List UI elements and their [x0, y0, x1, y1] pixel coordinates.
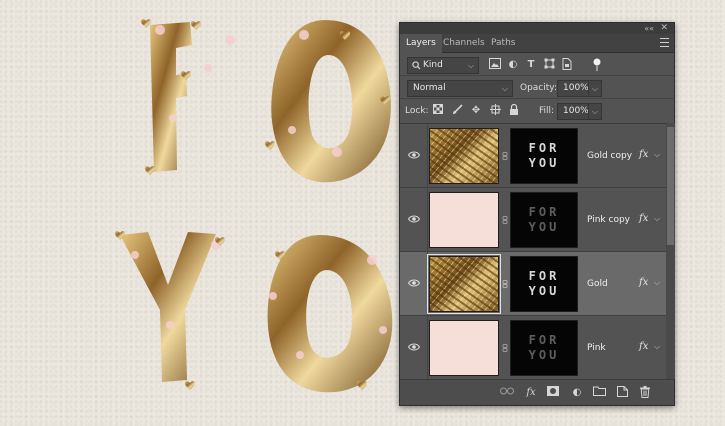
- layer-mask-thumbnail[interactable]: FOR YOU: [510, 320, 578, 376]
- layer-row-pink[interactable]: FOR YOU Pink fx ⌵: [400, 316, 666, 380]
- panel-menu-icon[interactable]: [660, 38, 669, 47]
- new-group-folder-icon[interactable]: [592, 386, 606, 400]
- fx-icon[interactable]: fx: [639, 149, 648, 160]
- layer-mask-thumbnail[interactable]: FOR YOU: [510, 192, 578, 248]
- chevron-down-icon[interactable]: ⌵: [654, 150, 660, 160]
- visibility-divider: [427, 124, 428, 188]
- mask-text-line: YOU: [528, 348, 560, 362]
- eye-icon[interactable]: [408, 279, 420, 287]
- mask-text-line: YOU: [528, 220, 560, 234]
- layer-name[interactable]: Pink: [587, 342, 606, 354]
- delete-layer-trash-icon[interactable]: [638, 386, 652, 400]
- layer-mask-thumbnail[interactable]: FOR YOU: [510, 128, 578, 184]
- new-layer-icon[interactable]: [615, 386, 629, 400]
- type-layer-filter-icon[interactable]: T: [524, 58, 538, 72]
- mask-text-line: FOR: [528, 205, 560, 219]
- layers-scrollbar[interactable]: [666, 123, 675, 379]
- close-panel-icon[interactable]: ✕: [660, 23, 668, 34]
- chevron-down-icon[interactable]: ⌵: [654, 214, 660, 224]
- layer-thumbnail[interactable]: [427, 254, 501, 314]
- visibility-divider: [427, 188, 428, 252]
- fill-label: Fill:: [539, 106, 555, 116]
- fx-icon[interactable]: fx: [639, 341, 648, 352]
- tab-layers[interactable]: Layers: [400, 34, 442, 53]
- shape-layer-filter-icon[interactable]: [542, 58, 556, 72]
- layers-list: FOR YOU Gold copy fx ⌵ FOR YOU Pink copy…: [400, 123, 666, 380]
- layer-mask-thumbnail[interactable]: FOR YOU: [510, 256, 578, 312]
- fx-icon[interactable]: fx: [639, 277, 648, 288]
- panel-tab-bar: Layers Channels Paths: [400, 34, 674, 53]
- confetti-lettering-artwork: [114, 19, 393, 393]
- link-icon[interactable]: [502, 216, 508, 224]
- tab-channels[interactable]: Channels: [437, 34, 491, 53]
- blend-mode-select[interactable]: Normal ⌵: [407, 80, 513, 97]
- chevron-down-icon[interactable]: ⌵: [654, 278, 660, 288]
- adjustment-layer-filter-icon[interactable]: ◐: [506, 58, 520, 72]
- eye-icon[interactable]: [408, 151, 420, 159]
- filter-kind-value: Kind: [423, 60, 443, 70]
- filter-toggle-icon[interactable]: [592, 58, 602, 72]
- layer-row-gold-copy[interactable]: FOR YOU Gold copy fx ⌵: [400, 124, 666, 188]
- mask-text-line: YOU: [528, 284, 560, 298]
- opacity-input[interactable]: 100%: [557, 80, 591, 97]
- mask-text-line: FOR: [528, 141, 560, 155]
- scrollbar-thumb[interactable]: [667, 127, 674, 245]
- opacity-slider-toggle[interactable]: ⌵: [588, 80, 602, 97]
- opacity-label: Opacity:: [520, 83, 557, 93]
- layer-name[interactable]: Pink copy: [587, 214, 630, 226]
- tab-paths[interactable]: Paths: [485, 34, 521, 53]
- search-icon: [412, 61, 421, 70]
- visibility-divider: [427, 252, 428, 316]
- lock-options-row: Lock: ✥ Fill: 100% ⌵: [400, 100, 674, 122]
- lock-label: Lock:: [405, 106, 429, 116]
- visibility-divider: [427, 316, 428, 380]
- collapse-panel-icon[interactable]: ««: [644, 23, 654, 34]
- smart-object-filter-icon[interactable]: [560, 58, 574, 72]
- lock-transparent-pixels-icon[interactable]: [431, 104, 445, 118]
- mask-text-line: FOR: [528, 269, 560, 283]
- layer-row-gold[interactable]: FOR YOU Gold fx ⌵: [400, 252, 666, 316]
- layer-name[interactable]: Gold copy: [587, 150, 632, 162]
- blend-options-row: Normal ⌵ Opacity: 100% ⌵: [400, 77, 674, 99]
- add-layer-mask-icon[interactable]: [546, 386, 560, 400]
- chevron-down-icon[interactable]: ⌵: [654, 342, 660, 352]
- chevron-down-icon: ⌵: [501, 84, 508, 93]
- layer-filter-row: Kind ⌵ ◐ T: [400, 54, 674, 76]
- mask-text-line: FOR: [528, 333, 560, 347]
- link-layers-icon[interactable]: [500, 386, 514, 400]
- lock-all-icon[interactable]: [507, 103, 521, 118]
- layer-thumbnail[interactable]: [429, 320, 499, 376]
- layer-row-pink-copy[interactable]: FOR YOU Pink copy fx ⌵: [400, 188, 666, 252]
- eye-icon[interactable]: [408, 343, 420, 351]
- pixel-layer-filter-icon[interactable]: [488, 58, 502, 72]
- layers-panel-footer: fx ◐: [400, 379, 674, 405]
- blend-mode-value: Normal: [413, 83, 446, 93]
- link-icon[interactable]: [502, 280, 508, 288]
- add-layer-style-fx-icon[interactable]: fx: [524, 386, 538, 400]
- lock-artboard-icon[interactable]: [488, 104, 502, 118]
- chevron-down-icon: ⌵: [467, 61, 474, 70]
- lock-position-move-icon[interactable]: ✥: [469, 104, 483, 118]
- layer-thumbnail[interactable]: [429, 192, 499, 248]
- filter-kind-select[interactable]: Kind ⌵: [407, 57, 479, 74]
- layer-name[interactable]: Gold: [587, 278, 608, 290]
- layer-thumbnail[interactable]: [429, 128, 499, 184]
- fill-slider-toggle[interactable]: ⌵: [588, 103, 602, 120]
- lock-image-pixels-brush-icon[interactable]: [450, 104, 464, 118]
- link-icon[interactable]: [502, 152, 508, 160]
- eye-icon[interactable]: [408, 215, 420, 223]
- panel-title-bar[interactable]: «« ✕: [400, 23, 674, 34]
- fill-input[interactable]: 100%: [557, 103, 591, 120]
- chevron-down-icon: ⌵: [591, 107, 598, 116]
- layers-panel: «« ✕ Layers Channels Paths Kind ⌵ ◐ T No…: [399, 22, 675, 406]
- gold-heart-letters: [120, 20, 393, 393]
- fx-icon[interactable]: fx: [639, 213, 648, 224]
- mask-text-line: YOU: [528, 156, 560, 170]
- chevron-down-icon: ⌵: [591, 84, 598, 93]
- link-icon[interactable]: [502, 344, 508, 352]
- adjustment-layer-icon[interactable]: ◐: [570, 386, 584, 400]
